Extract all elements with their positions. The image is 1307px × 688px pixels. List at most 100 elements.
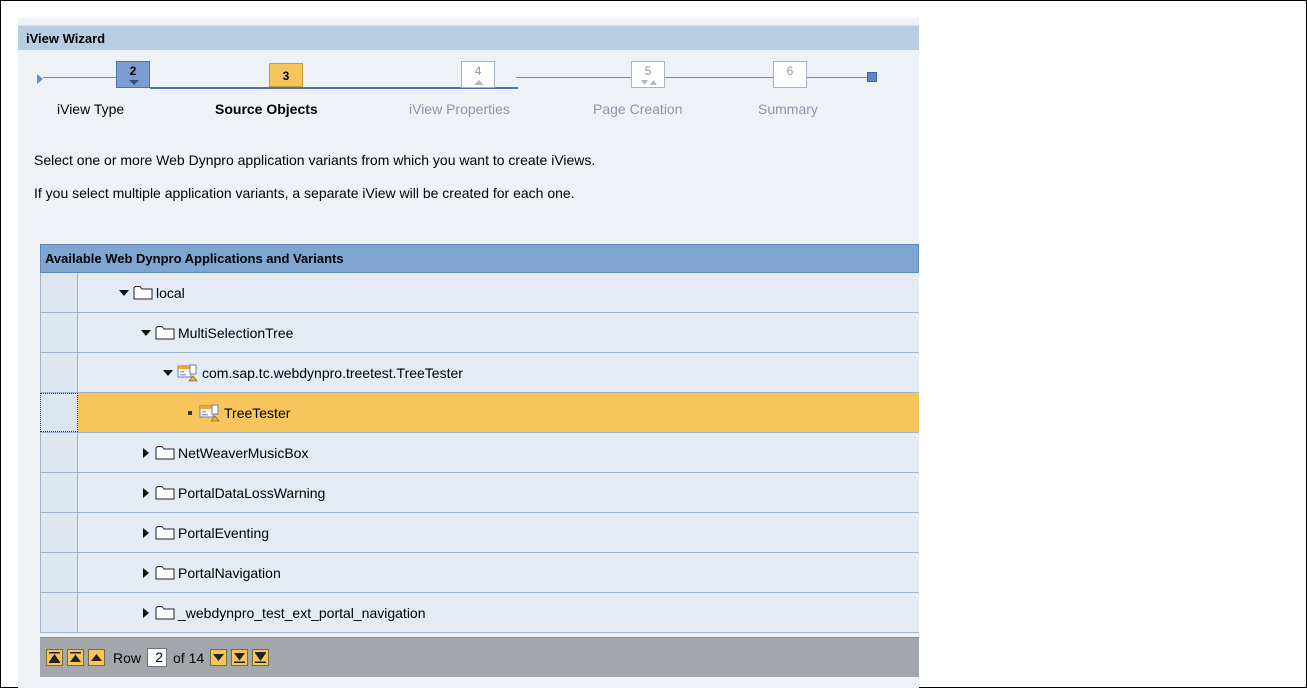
tree-node: com.sap.tc.webdynpro.treetest.TreeTester xyxy=(162,353,463,392)
current-row-input[interactable]: 2 xyxy=(147,648,168,667)
tree-node-label[interactable]: local xyxy=(156,285,185,301)
folder-icon xyxy=(155,605,175,620)
tree-node: _webdynpro_test_ext_portal_navigation xyxy=(140,593,426,632)
roadmap-step-6[interactable]: 6 xyxy=(773,61,807,88)
row-down-button[interactable] xyxy=(210,649,228,666)
tree-cell[interactable]: _webdynpro_test_ext_portal_navigation xyxy=(78,593,919,632)
roadmap-step-2[interactable]: 2 xyxy=(116,61,150,88)
row-selector[interactable] xyxy=(40,433,78,472)
application-icon xyxy=(199,404,221,422)
collapse-right-icon[interactable] xyxy=(140,527,152,539)
tree-cell[interactable]: com.sap.tc.webdynpro.treetest.TreeTester xyxy=(78,353,919,392)
row-selector[interactable] xyxy=(40,353,78,392)
tree-node: PortalDataLossWarning xyxy=(140,473,325,512)
instruction-line-1: Select one or more Web Dynpro applicatio… xyxy=(34,152,596,168)
row-down-icon xyxy=(213,654,225,661)
page-down-button[interactable] xyxy=(231,649,249,666)
folder-icon xyxy=(155,525,175,540)
table-row[interactable]: PortalEventing xyxy=(40,513,919,553)
tree-node: MultiSelectionTree xyxy=(140,313,293,352)
tree-node: local xyxy=(118,273,185,312)
row-selector[interactable] xyxy=(40,593,78,632)
row-up-button[interactable] xyxy=(88,649,105,666)
iview-wizard-panel: iView Wizard 2 3 4 5 6 iView Type Source… xyxy=(18,18,919,688)
row-count-label: of 14 xyxy=(173,649,205,666)
table-row[interactable]: MultiSelectionTree xyxy=(40,313,919,353)
tree-cell[interactable]: PortalNavigation xyxy=(78,553,919,592)
tree-node-label[interactable]: MultiSelectionTree xyxy=(178,325,293,341)
tree-node: PortalNavigation xyxy=(140,553,281,592)
table-header: Available Web Dynpro Applications and Va… xyxy=(40,244,919,273)
last-page-button[interactable] xyxy=(252,649,270,666)
step-down-icon xyxy=(129,80,139,85)
row-label: Row xyxy=(113,649,142,666)
step-label-page-creation[interactable]: Page Creation xyxy=(593,101,683,117)
table-row[interactable]: PortalDataLossWarning xyxy=(40,473,919,513)
row-selector[interactable] xyxy=(40,553,78,592)
tree-node-label[interactable]: TreeTester xyxy=(224,405,290,421)
step-up-icon xyxy=(474,80,484,85)
row-selector[interactable] xyxy=(40,393,78,432)
tree-node-label[interactable]: _webdynpro_test_ext_portal_navigation xyxy=(178,605,426,621)
page-up-button[interactable] xyxy=(67,649,84,666)
collapse-right-icon[interactable] xyxy=(140,607,152,619)
folder-icon xyxy=(155,565,175,580)
page-down-icon xyxy=(234,653,246,663)
application-icon xyxy=(177,364,199,382)
tree-node: TreeTester xyxy=(184,393,290,432)
tree-cell[interactable]: PortalEventing xyxy=(78,513,919,552)
table-row[interactable]: _webdynpro_test_ext_portal_navigation xyxy=(40,593,919,633)
tree-cell[interactable]: PortalDataLossWarning xyxy=(78,473,919,512)
table-row[interactable]: com.sap.tc.webdynpro.treetest.TreeTester xyxy=(40,353,919,393)
tree-node: NetWeaverMusicBox xyxy=(140,433,308,472)
roadmap-connector xyxy=(43,77,116,78)
tree-cell[interactable]: NetWeaverMusicBox xyxy=(78,433,919,472)
page-up-icon xyxy=(70,652,81,662)
step-number: 5 xyxy=(644,64,652,78)
tree-node-label[interactable]: PortalDataLossWarning xyxy=(178,485,325,501)
table-row[interactable]: local xyxy=(40,273,919,313)
leaf-bullet-icon xyxy=(184,407,196,419)
expand-down-icon[interactable] xyxy=(162,367,174,379)
tree-cell[interactable]: local xyxy=(78,273,919,312)
folder-icon xyxy=(133,285,153,300)
table-row[interactable]: NetWeaverMusicBox xyxy=(40,433,919,473)
table-pager: Row 2 of 14 xyxy=(40,637,919,677)
tree-node-label[interactable]: PortalEventing xyxy=(178,525,269,541)
tree-node-label[interactable]: com.sap.tc.webdynpro.treetest.TreeTester xyxy=(202,365,463,381)
row-up-icon xyxy=(91,654,102,661)
table-row[interactable]: PortalNavigation xyxy=(40,553,919,593)
table-row[interactable]: TreeTester xyxy=(40,393,919,433)
row-selector[interactable] xyxy=(40,273,78,312)
step-label-iview-type[interactable]: iView Type xyxy=(57,101,124,117)
folder-icon xyxy=(155,485,175,500)
roadmap-connector xyxy=(516,77,867,78)
tree-node-label[interactable]: PortalNavigation xyxy=(178,565,281,581)
collapse-right-icon[interactable] xyxy=(140,447,152,459)
step-number: 6 xyxy=(786,64,794,78)
tree-node: PortalEventing xyxy=(140,513,269,552)
expand-down-icon[interactable] xyxy=(118,287,130,299)
collapse-right-icon[interactable] xyxy=(140,487,152,499)
row-selector[interactable] xyxy=(40,513,78,552)
row-selector[interactable] xyxy=(40,473,78,512)
tree-node-label[interactable]: NetWeaverMusicBox xyxy=(178,445,308,461)
row-selector[interactable] xyxy=(40,313,78,352)
last-page-icon xyxy=(255,652,267,663)
roadmap-end-icon xyxy=(867,72,877,82)
step-up-down-icon xyxy=(641,80,657,85)
roadmap-step-3[interactable]: 3 xyxy=(269,63,303,87)
roadmap-step-5[interactable]: 5 xyxy=(631,61,665,88)
folder-icon xyxy=(155,325,175,340)
roadmap-step-4[interactable]: 4 xyxy=(461,61,495,88)
tree-cell[interactable]: TreeTester xyxy=(78,393,919,432)
step-number: 3 xyxy=(282,69,290,83)
collapse-right-icon[interactable] xyxy=(140,567,152,579)
step-label-source-objects[interactable]: Source Objects xyxy=(215,101,318,117)
step-label-iview-properties[interactable]: iView Properties xyxy=(409,101,510,117)
tree-cell[interactable]: MultiSelectionTree xyxy=(78,313,919,352)
first-page-icon xyxy=(49,652,60,663)
first-page-button[interactable] xyxy=(46,649,63,666)
expand-down-icon[interactable] xyxy=(140,327,152,339)
step-label-summary[interactable]: Summary xyxy=(758,101,818,117)
